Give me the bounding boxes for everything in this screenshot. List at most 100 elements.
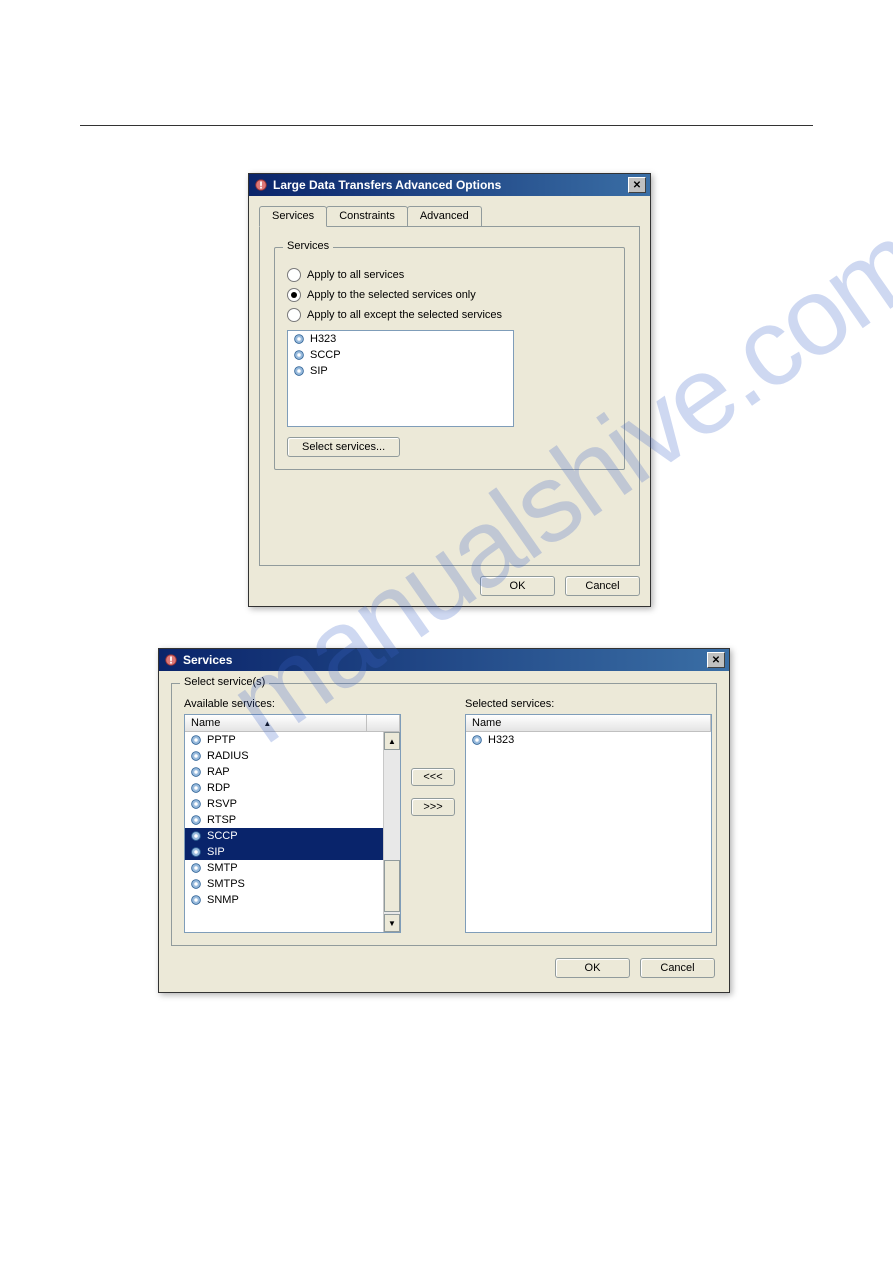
list-header[interactable]: Name ▲ bbox=[185, 715, 400, 732]
radio-icon bbox=[287, 308, 301, 322]
list-item[interactable]: SIP bbox=[288, 363, 513, 379]
gear-icon bbox=[189, 893, 203, 907]
gear-icon bbox=[292, 364, 306, 378]
list-item[interactable]: RTSP bbox=[185, 812, 400, 828]
radio-icon bbox=[287, 288, 301, 302]
list-item-label: H323 bbox=[310, 333, 336, 345]
dialog-buttons: OK Cancel bbox=[259, 576, 640, 596]
list-item[interactable]: SIP bbox=[185, 844, 400, 860]
list-item-label: RTSP bbox=[207, 814, 236, 826]
tab-label: Constraints bbox=[339, 210, 395, 222]
services-dialog: Services ✕ Select service(s) Available s… bbox=[158, 648, 730, 993]
gear-icon bbox=[189, 861, 203, 875]
selected-label: Selected services: bbox=[465, 698, 712, 710]
app-icon bbox=[163, 652, 179, 668]
header-label: Name bbox=[191, 717, 220, 729]
radio-label: Apply to all except the selected service… bbox=[307, 309, 502, 321]
tab-label: Advanced bbox=[420, 210, 469, 222]
ok-button[interactable]: OK bbox=[555, 958, 630, 978]
tab-bar: Services Constraints Advanced bbox=[259, 206, 640, 226]
list-item[interactable]: SCCP bbox=[288, 347, 513, 363]
available-label: Available services: bbox=[184, 698, 401, 710]
radio-label: Apply to all services bbox=[307, 269, 404, 281]
ok-button[interactable]: OK bbox=[480, 576, 555, 596]
gear-icon bbox=[189, 749, 203, 763]
list-item[interactable]: RSVP bbox=[185, 796, 400, 812]
cancel-button[interactable]: Cancel bbox=[565, 576, 640, 596]
tab-label: Services bbox=[272, 210, 314, 222]
gear-icon bbox=[189, 733, 203, 747]
list-item-label: RADIUS bbox=[207, 750, 249, 762]
close-icon[interactable]: ✕ bbox=[628, 177, 646, 193]
app-icon bbox=[253, 177, 269, 193]
list-item[interactable]: SMTPS bbox=[185, 876, 400, 892]
cancel-button[interactable]: Cancel bbox=[640, 958, 715, 978]
tab-services[interactable]: Services bbox=[259, 206, 327, 227]
list-item-label: SMTP bbox=[207, 862, 238, 874]
titlebar[interactable]: Services ✕ bbox=[159, 649, 729, 671]
gear-icon bbox=[189, 781, 203, 795]
scroll-down-icon[interactable]: ▼ bbox=[384, 914, 400, 932]
tab-constraints[interactable]: Constraints bbox=[326, 206, 408, 226]
scrollbar[interactable]: ▲ ▼ bbox=[383, 732, 400, 932]
list-item-label: SIP bbox=[310, 365, 328, 377]
page-divider bbox=[80, 125, 813, 126]
groupbox-legend: Services bbox=[283, 240, 333, 252]
scroll-thumb[interactable] bbox=[384, 860, 400, 912]
list-header[interactable]: Name bbox=[466, 715, 711, 732]
services-groupbox: Services Apply to all services Apply to … bbox=[274, 247, 625, 470]
select-services-groupbox: Select service(s) Available services: Na… bbox=[171, 683, 717, 946]
list-item-label: PPTP bbox=[207, 734, 236, 746]
name-column-header[interactable]: Name ▲ bbox=[185, 715, 367, 731]
empty-column-header[interactable] bbox=[367, 715, 400, 731]
name-column-header[interactable]: Name bbox=[466, 715, 711, 731]
list-item[interactable]: H323 bbox=[466, 732, 711, 748]
close-icon[interactable]: ✕ bbox=[707, 652, 725, 668]
list-item[interactable]: RADIUS bbox=[185, 748, 400, 764]
tab-advanced[interactable]: Advanced bbox=[407, 206, 482, 226]
list-item-label: H323 bbox=[488, 734, 514, 746]
list-item-label: SIP bbox=[207, 846, 225, 858]
radio-apply-except[interactable]: Apply to all except the selected service… bbox=[287, 308, 612, 322]
list-item[interactable]: RAP bbox=[185, 764, 400, 780]
services-listbox[interactable]: H323 SCCP SIP bbox=[287, 330, 514, 427]
tab-panel: Services Apply to all services Apply to … bbox=[259, 226, 640, 566]
advanced-options-dialog: Large Data Transfers Advanced Options ✕ … bbox=[248, 173, 651, 607]
available-column: Available services: Name ▲ PPTP RADIUS RAP… bbox=[184, 698, 401, 933]
radio-label: Apply to the selected services only bbox=[307, 289, 476, 301]
gear-icon bbox=[189, 829, 203, 843]
list-item[interactable]: SCCP bbox=[185, 828, 400, 844]
list-item-label: SCCP bbox=[310, 349, 341, 361]
dialog-buttons: OK Cancel bbox=[173, 958, 715, 978]
list-item[interactable]: SMTP bbox=[185, 860, 400, 876]
gear-icon bbox=[189, 877, 203, 891]
scroll-up-icon[interactable]: ▲ bbox=[384, 732, 400, 750]
transfer-buttons: <<< >>> bbox=[411, 768, 455, 816]
list-body[interactable]: H323 bbox=[466, 732, 711, 932]
add-button[interactable]: >>> bbox=[411, 798, 455, 816]
gear-icon bbox=[292, 348, 306, 362]
gear-icon bbox=[470, 733, 484, 747]
selected-listview[interactable]: Name H323 bbox=[465, 714, 712, 933]
list-item[interactable]: PPTP bbox=[185, 732, 400, 748]
dialog-title: Services bbox=[183, 653, 703, 667]
list-body[interactable]: PPTP RADIUS RAP RDPRSVP RTSP SCCP SIP SMTP SMTPS… bbox=[185, 732, 400, 932]
list-item[interactable]: RDP bbox=[185, 780, 400, 796]
gear-icon bbox=[189, 797, 203, 811]
remove-button[interactable]: <<< bbox=[411, 768, 455, 786]
available-listview[interactable]: Name ▲ PPTP RADIUS RAP RDPRSVP RTSP SCCP SIP SM… bbox=[184, 714, 401, 933]
titlebar[interactable]: Large Data Transfers Advanced Options ✕ bbox=[249, 174, 650, 196]
header-label: Name bbox=[472, 717, 501, 729]
radio-apply-selected[interactable]: Apply to the selected services only bbox=[287, 288, 612, 302]
list-item[interactable]: H323 bbox=[288, 331, 513, 347]
gear-icon bbox=[292, 332, 306, 346]
list-item[interactable]: SNMP bbox=[185, 892, 400, 908]
select-services-button[interactable]: Select services... bbox=[287, 437, 400, 457]
list-item-label: RAP bbox=[207, 766, 230, 778]
selected-column: Selected services: Name H323 bbox=[465, 698, 712, 933]
sort-up-icon: ▲ bbox=[263, 719, 271, 728]
gear-icon bbox=[189, 813, 203, 827]
scroll-track[interactable] bbox=[384, 750, 400, 914]
radio-apply-all[interactable]: Apply to all services bbox=[287, 268, 612, 282]
groupbox-legend: Select service(s) bbox=[180, 676, 269, 688]
